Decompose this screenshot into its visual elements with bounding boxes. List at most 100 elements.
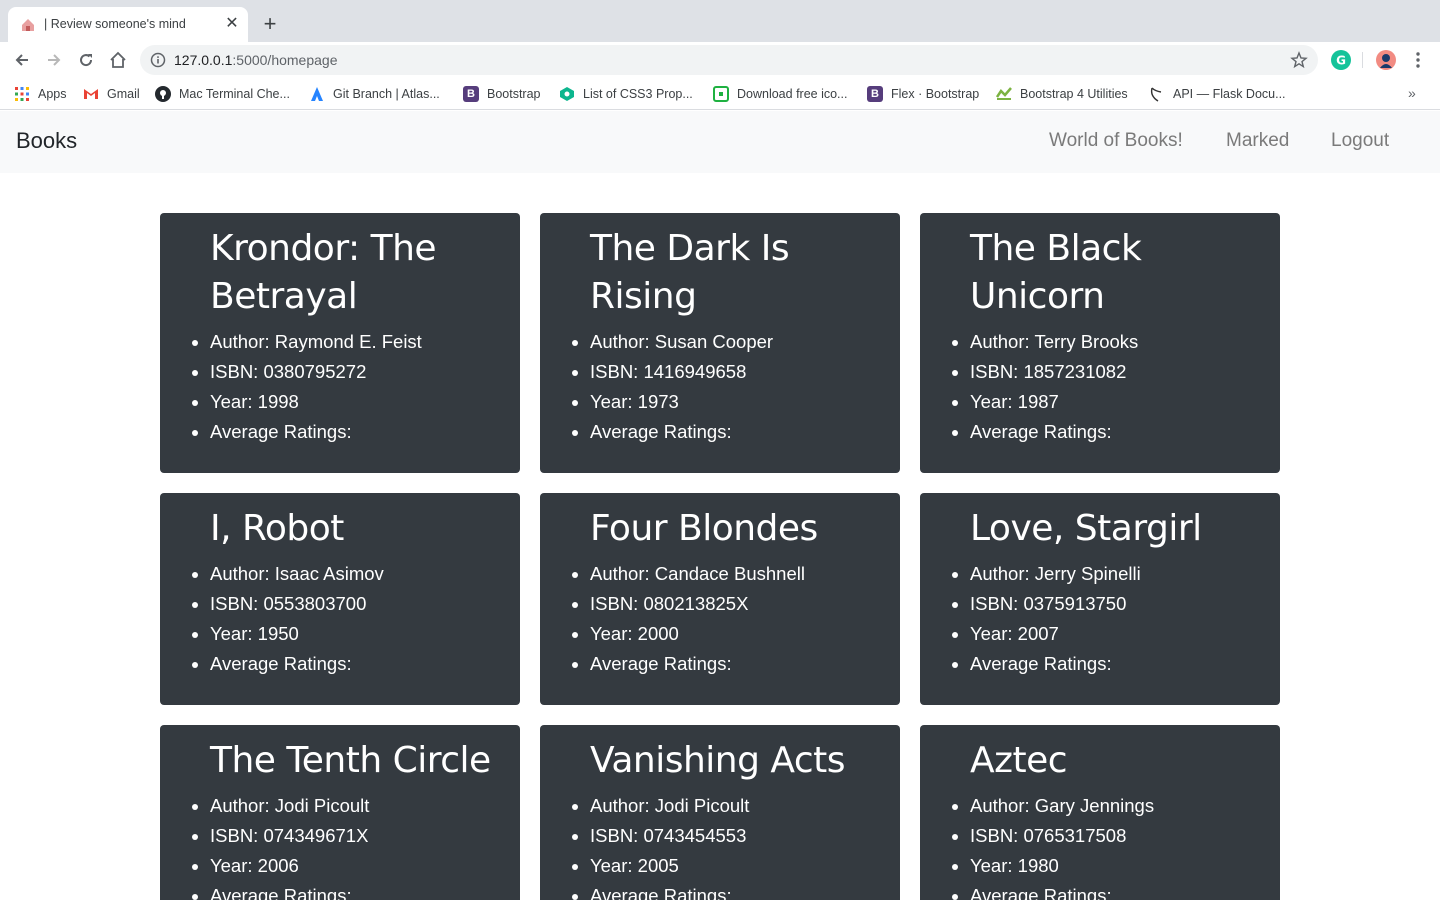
svg-text:G: G (1336, 54, 1346, 68)
nav-link-logout[interactable]: Logout (1331, 130, 1389, 152)
book-year: Year: 2005 (590, 851, 749, 881)
author-value: Jodi Picoult (274, 795, 370, 816)
bookmark-bootstrap[interactable]: B Bootstrap (463, 85, 541, 103)
book-details: Author: Gary Jennings ISBN: 0765317508 Y… (970, 791, 1154, 900)
book-ratings: Average Ratings: (590, 649, 805, 679)
bookmark-bootstrap-utilities[interactable]: Bootstrap 4 Utilities (996, 85, 1128, 103)
isbn-label: ISBN: (970, 593, 1024, 614)
bootstrap-icon: B (867, 86, 883, 102)
isbn-value: 074349671X (263, 825, 369, 846)
author-value: Isaac Asimov (274, 563, 384, 584)
home-icon[interactable] (106, 48, 130, 72)
bookmark-flask-api[interactable]: API — Flask Docu... (1149, 85, 1286, 103)
book-year: Year: 1973 (590, 387, 773, 417)
year-value: 1987 (1017, 391, 1059, 412)
bookmarks-overflow-icon[interactable]: » (1408, 85, 1416, 101)
nav-link-marked[interactable]: Marked (1226, 130, 1289, 152)
book-author: Author: Terry Brooks (970, 327, 1138, 357)
isbn-value: 080213825X (643, 593, 749, 614)
book-year: Year: 2000 (590, 619, 805, 649)
isbn-label: ISBN: (590, 361, 644, 382)
book-title: The Dark Is Rising (590, 228, 790, 317)
site-navbar: Books World of Books! Marked Logout (0, 111, 1440, 173)
reload-icon[interactable] (74, 48, 98, 72)
bookmark-star-icon[interactable] (1290, 51, 1308, 69)
book-ratings: Average Ratings: (210, 649, 384, 679)
book-title: I, Robot (210, 508, 344, 549)
isbn-value: 0375913750 (1023, 593, 1127, 614)
year-label: Year: (970, 391, 1018, 412)
book-card: The Tenth Circle Author: Jodi Picoult IS… (160, 725, 520, 900)
bookmark-download-icons[interactable]: Download free ico... (713, 85, 847, 103)
book-author: Author: Jerry Spinelli (970, 559, 1141, 589)
book-details: Author: Jodi Picoult ISBN: 0743454553 Ye… (590, 791, 749, 900)
bookmark-gmail[interactable]: Gmail (83, 85, 140, 103)
back-arrow-icon[interactable] (10, 48, 34, 72)
profile-avatar[interactable] (1376, 50, 1396, 70)
isbn-value: 0765317508 (1023, 825, 1127, 846)
isbn-label: ISBN: (590, 593, 644, 614)
isbn-label: ISBN: (970, 361, 1024, 382)
bookmark-label: API — Flask Docu... (1173, 87, 1286, 101)
atlassian-icon (309, 86, 325, 102)
apps-grid-icon (14, 86, 30, 102)
isbn-value: 1857231082 (1023, 361, 1127, 382)
close-tab-icon[interactable]: ✕ (224, 16, 240, 32)
author-label: Author: (970, 795, 1035, 816)
book-year: Year: 1980 (970, 851, 1154, 881)
info-icon[interactable] (150, 52, 166, 68)
author-value: Raymond E. Feist (274, 331, 422, 352)
book-isbn: ISBN: 0380795272 (210, 357, 422, 387)
address-bar[interactable]: 127.0.0.1:5000/homepage (140, 45, 1318, 75)
year-label: Year: (590, 391, 638, 412)
bookmark-apps[interactable]: Apps (14, 85, 67, 103)
bookmark-label: Download free ico... (737, 87, 848, 101)
bookmark-label: Flex · Bootstrap (891, 87, 980, 101)
book-card: Vanishing Acts Author: Jodi Picoult ISBN… (540, 725, 900, 900)
toolbar-divider (1362, 52, 1363, 68)
book-ratings: Average Ratings: (210, 881, 369, 900)
year-value: 1950 (257, 623, 299, 644)
bookmark-git-branch[interactable]: Git Branch | Atlas... (309, 85, 440, 103)
forward-arrow-icon[interactable] (42, 48, 66, 72)
bookmark-label: Gmail (107, 87, 140, 101)
browser-tabstrip: | Review someone's mind ✕ + (0, 0, 1440, 42)
nav-link-world-of-books[interactable]: World of Books! (1049, 130, 1183, 152)
bookmark-label: List of CSS3 Prop... (583, 87, 693, 101)
isbn-label: ISBN: (210, 825, 264, 846)
book-ratings: Average Ratings: (970, 417, 1138, 447)
icon-download-icon (713, 86, 729, 102)
year-value: 1998 (257, 391, 299, 412)
book-details: Author: Susan Cooper ISBN: 1416949658 Ye… (590, 327, 773, 447)
bookmarks-bar: Apps Gmail Mac Terminal Che... Git Branc… (0, 78, 1440, 110)
isbn-value: 0743454553 (643, 825, 747, 846)
author-label: Author: (970, 331, 1035, 352)
book-author: Author: Jodi Picoult (590, 791, 749, 821)
author-label: Author: (590, 795, 655, 816)
book-ratings: Average Ratings: (970, 649, 1141, 679)
bookmark-mac-terminal[interactable]: Mac Terminal Che... (155, 85, 290, 103)
navbar-brand[interactable]: Books (16, 128, 77, 154)
bootstrap-icon: B (463, 86, 479, 102)
year-value: 2006 (257, 855, 299, 876)
book-author: Author: Susan Cooper (590, 327, 773, 357)
book-year: Year: 1998 (210, 387, 422, 417)
book-isbn: ISBN: 1416949658 (590, 357, 773, 387)
book-card: The Black Unicorn Author: Terry Brooks I… (920, 213, 1280, 473)
grammarly-extension-icon[interactable]: G (1331, 50, 1351, 70)
book-details: Author: Isaac Asimov ISBN: 0553803700 Ye… (210, 559, 384, 679)
gmail-icon (83, 86, 99, 102)
url-host: 127.0.0.1 (174, 52, 233, 68)
browser-menu-icon[interactable] (1410, 50, 1426, 70)
bookmark-css3-list[interactable]: List of CSS3 Prop... (559, 85, 693, 103)
author-value: Jodi Picoult (654, 795, 750, 816)
year-label: Year: (970, 623, 1018, 644)
book-title: Four Blondes (590, 508, 818, 549)
author-value: Terry Brooks (1034, 331, 1139, 352)
bookmark-flex-bootstrap[interactable]: B Flex · Bootstrap (867, 85, 979, 103)
book-isbn: ISBN: 0375913750 (970, 589, 1141, 619)
author-value: Candace Bushnell (654, 563, 805, 584)
book-title: Vanishing Acts (590, 740, 846, 781)
browser-tab[interactable]: | Review someone's mind ✕ (8, 7, 248, 42)
new-tab-icon[interactable]: + (258, 13, 282, 37)
